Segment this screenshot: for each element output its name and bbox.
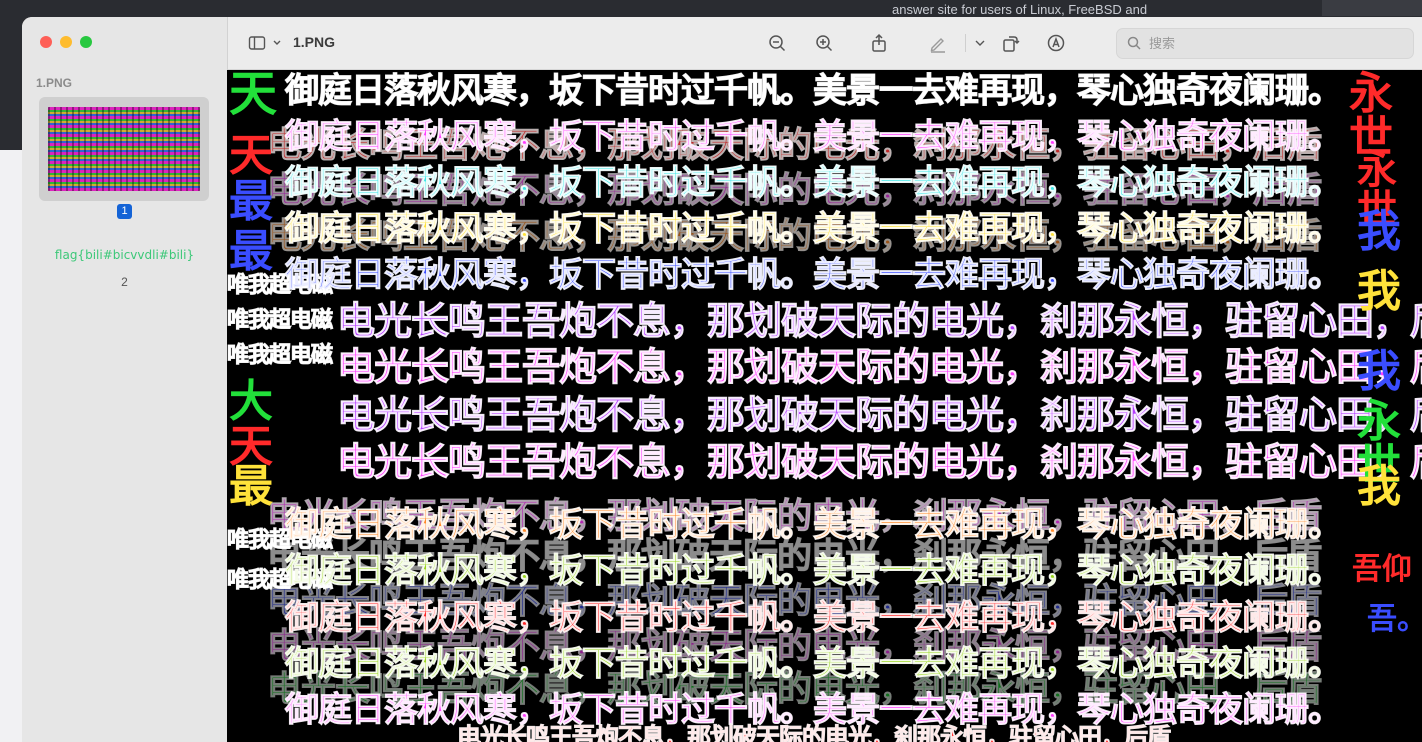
zoom-in-icon[interactable] [814, 33, 834, 53]
fragment-char: 我 [1357, 346, 1401, 397]
poem-line: 御庭日落秋风寒，坂下昔时过千帆。美景一去难再现，琴心独奇夜阑珊。 [285, 117, 1343, 157]
poem-line: 电光长鸣王吾炮不息，那划破天际的电光，刹那永恒，驻留心田，后盾 [336, 299, 1422, 343]
fragment-text: 唯我超电磁 [227, 308, 334, 333]
toolbar-separator [965, 34, 966, 52]
desktop-top-strip [0, 0, 1422, 18]
chevron-down-icon[interactable] [970, 33, 985, 53]
markup-pen-icon[interactable] [928, 33, 948, 53]
chevron-down-icon[interactable] [267, 33, 281, 53]
background-browser-text: answer site for users of Linux, FreeBSD … [892, 2, 1148, 17]
poem-line: 御庭日落秋风寒，坂下昔时过千帆。美景一去难再现，琴心独奇夜阑珊。 [285, 644, 1343, 684]
fullscreen-window-button[interactable] [80, 36, 92, 48]
fragment-char: 吾仰 [1352, 552, 1412, 587]
fragment-char: 吾。 [1367, 602, 1422, 637]
fragment-char: 最 [229, 226, 273, 277]
fragment-char: 大 [229, 376, 273, 427]
page-thumbnail-2-text[interactable]: flag{bili#bicvvdli#bili} [22, 248, 227, 262]
fragment-char: 我 [1357, 206, 1401, 257]
poem-line: 御庭日落秋风寒，坂下昔时过千帆。美景一去难再现，琴心独奇夜阑珊。 [285, 598, 1343, 638]
window-controls [40, 36, 92, 48]
poem-line: 御庭日落秋风寒，坂下昔时过千帆。美景一去难再现，琴心独奇夜阑珊。 [285, 690, 1343, 730]
page-number-badge: 1 [117, 204, 132, 219]
poem-line: 电光长鸣王吾炮不息，那划破天际的电光，刹那永恒，驻留心田，后盾 [336, 440, 1422, 484]
poem-line: 电光长鸣王吾炮不息，那划破天际的电光，刹那永恒，驻留心田，后盾 [336, 345, 1422, 389]
annotate-icon[interactable] [1046, 33, 1066, 53]
document-title: 1.PNG [293, 34, 336, 50]
fragment-text: 唯我超电磁 [227, 343, 334, 368]
close-window-button[interactable] [40, 36, 52, 48]
minimize-window-button[interactable] [60, 36, 72, 48]
poem-line: 御庭日落秋风寒，坂下昔时过千帆。美景一去难再现，琴心独奇夜阑珊。 [285, 505, 1343, 545]
search-field[interactable] [1116, 28, 1414, 59]
sidebar-toggle-icon[interactable] [247, 33, 267, 53]
poem-line: 御庭日落秋风寒，坂下昔时过千帆。美景一去难再现，琴心独奇夜阑珊。 [285, 209, 1343, 249]
sidebar-document-title: 1.PNG [36, 76, 73, 90]
rotate-icon[interactable] [1000, 33, 1020, 53]
fragment-char: 我 [1357, 266, 1401, 317]
document-image: 电光长鸣王吾炮不息，那划破天际的电光，刹那永恒，驻留心田，后盾 电光长鸣王吾炮不… [227, 70, 1422, 742]
desktop-left-dark [0, 0, 22, 150]
poem-line: 御庭日落秋风寒，坂下昔时过千帆。美景一去难再现，琴心独奇夜阑珊。 [285, 163, 1343, 203]
preview-window: 1.PNG 1 flag{bili#bicvvdli#bili} 2 1.PNG [22, 17, 1422, 742]
fragment-char: 天 [229, 130, 273, 181]
page-thumbnail-selected[interactable] [39, 97, 209, 201]
poem-line: 御庭日落秋风寒，坂下昔时过千帆。美景一去难再现，琴心独奇夜阑珊。 [285, 551, 1343, 591]
sidebar: 1.PNG 1 flag{bili#bicvvdli#bili} 2 [22, 17, 228, 742]
poem-line: 御庭日落秋风寒，坂下昔时过千帆。美景一去难再现，琴心独奇夜阑珊。 [285, 255, 1343, 295]
page-number-2: 2 [121, 275, 128, 289]
fragment-char: 我 [1357, 461, 1401, 512]
fragment-char: 最 [229, 176, 273, 227]
toolbar: 1.PNG [228, 17, 1422, 70]
search-icon [1126, 35, 1142, 51]
poem-line: 电光长鸣王吾炮不息，那划破天际的电光，刹那永恒，驻留心田，后盾 [457, 723, 1172, 742]
zoom-out-icon[interactable] [767, 33, 787, 53]
page-thumbnail-image [48, 107, 200, 191]
poem-line: 电光长鸣王吾炮不息，那划破天际的电光，刹那永恒，驻留心田，后盾 [336, 393, 1422, 437]
fragment-char: 最 [229, 461, 273, 512]
browser-bar-fragment [1322, 0, 1422, 16]
fragment-char: 天 [229, 70, 278, 122]
search-input[interactable] [1147, 33, 1401, 55]
share-icon[interactable] [869, 33, 889, 53]
poem-line: 御庭日落秋风寒，坂下昔时过千帆。美景一去难再现，琴心独奇夜阑珊。 [285, 71, 1343, 111]
